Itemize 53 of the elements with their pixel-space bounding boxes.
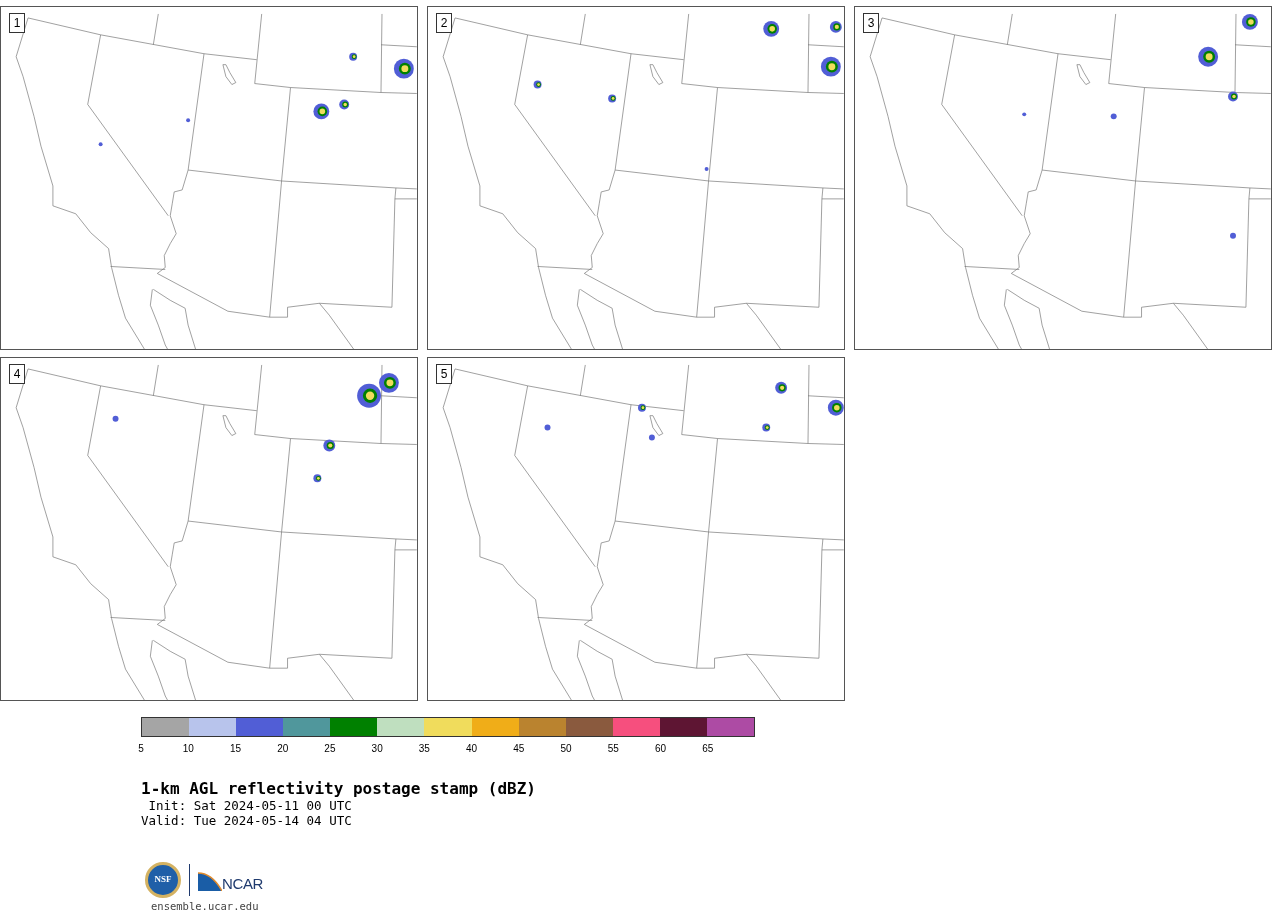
- radar-echo: [1241, 13, 1258, 30]
- tick-label: 55: [607, 743, 619, 754]
- tick-label: 65: [702, 743, 714, 754]
- radar-echo: [648, 434, 655, 441]
- radar-echo: [349, 52, 358, 61]
- radar-echo: [379, 372, 399, 393]
- tick-label: 35: [418, 743, 430, 754]
- radar-echo: [393, 58, 414, 79]
- radar-echo: [533, 80, 542, 89]
- radar-echo: [186, 118, 191, 123]
- panel-number: 2: [436, 13, 452, 33]
- radar-echo: [323, 439, 336, 452]
- radar-echo: [112, 415, 119, 422]
- radar-echo: [762, 423, 771, 432]
- radar-echo: [339, 99, 350, 110]
- panel-number: 5: [436, 364, 452, 384]
- tick-label: 15: [229, 743, 241, 754]
- nsf-logo: NSF: [145, 862, 181, 898]
- radar-echo: [1022, 112, 1027, 117]
- radar-echo: [829, 20, 842, 33]
- tick-label: 25: [324, 743, 336, 754]
- radar-echo: [608, 94, 617, 103]
- tick-label: 50: [560, 743, 572, 754]
- tick-label: 10: [182, 743, 194, 754]
- tick-label: 45: [513, 743, 525, 754]
- radar-echo: [1110, 113, 1117, 120]
- valid-time: Valid: Tue 2024-05-14 04 UTC: [141, 813, 353, 828]
- panel-number: 1: [9, 13, 25, 33]
- panel-number: 3: [863, 13, 879, 33]
- website-url: ensemble.ucar.edu: [151, 900, 260, 913]
- chart-title: 1-km AGL reflectivity postage stamp (dBZ): [141, 780, 537, 798]
- radar-echo: [775, 381, 788, 394]
- tick-label: 60: [654, 743, 667, 754]
- radar-echo: [820, 56, 841, 77]
- tick-label: 20: [277, 743, 289, 754]
- init-time: Init: Sat 2024-05-11 00 UTC: [147, 798, 353, 813]
- radar-echo: [704, 167, 709, 172]
- radar-echo: [357, 383, 381, 408]
- radar-echo: [763, 20, 780, 37]
- radar-echo: [313, 103, 330, 120]
- radar-echo: [313, 474, 322, 483]
- radar-echo: [1228, 91, 1238, 102]
- panel-number: 4: [9, 364, 25, 384]
- radar-echo: [98, 142, 103, 147]
- tick-label: 40: [466, 743, 478, 754]
- radar-echo: [638, 403, 646, 412]
- tick-label: 5: [138, 743, 144, 754]
- radar-echo: [1230, 232, 1236, 239]
- radar-echo: [827, 399, 844, 416]
- radar-echo: [1198, 46, 1219, 67]
- ncar-logo: NCAR: [198, 869, 263, 891]
- radar-echo: [544, 424, 551, 431]
- tick-label: 30: [371, 743, 383, 754]
